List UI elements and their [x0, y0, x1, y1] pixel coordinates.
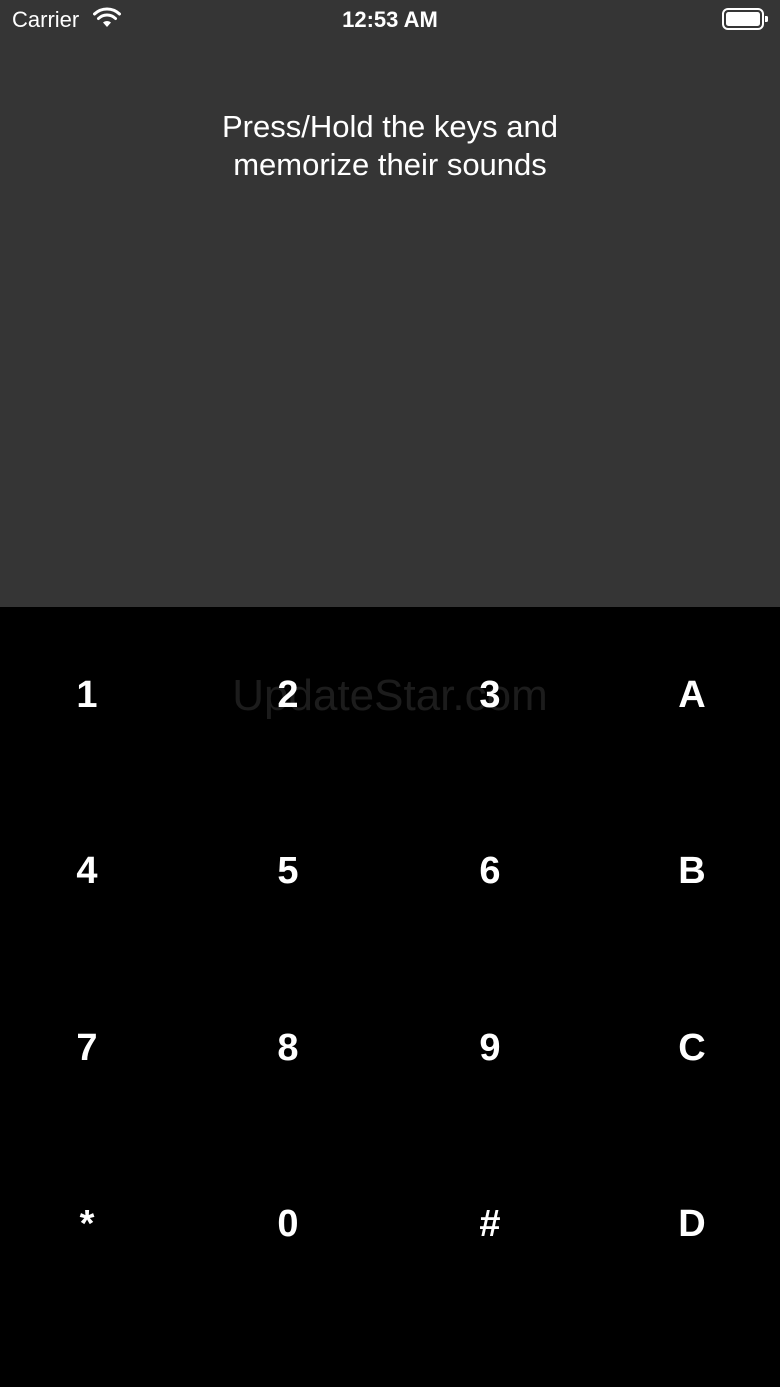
key-7-button[interactable]: 7	[0, 988, 177, 1108]
key-5-button[interactable]: 5	[198, 811, 378, 931]
instruction-panel: Carrier 12:53 AM Press/Hold the keys and…	[0, 0, 780, 607]
battery-icon	[722, 8, 768, 30]
key-9-button[interactable]: 9	[400, 988, 580, 1108]
key-6-button[interactable]: 6	[400, 811, 580, 931]
key-d-button[interactable]: D	[602, 1164, 780, 1284]
instruction-text: Press/Hold the keys and memorize their s…	[90, 108, 690, 184]
clock: 12:53 AM	[342, 7, 438, 32]
key-b-button[interactable]: B	[602, 811, 780, 931]
key-c-button[interactable]: C	[602, 988, 780, 1108]
key-1-button[interactable]: 1	[0, 635, 177, 755]
status-bar: Carrier 12:53 AM	[0, 0, 780, 40]
instruction-line-1: Press/Hold the keys and	[221, 109, 558, 144]
key-star-button[interactable]: *	[0, 1164, 177, 1284]
key-3-button[interactable]: 3	[400, 635, 580, 755]
key-4-button[interactable]: 4	[0, 811, 177, 931]
dtmf-trainer-screen: Carrier 12:53 AM Press/Hold the keys and…	[0, 0, 780, 1387]
instruction-line-2: memorize their sounds	[233, 147, 547, 182]
key-2-button[interactable]: 2	[198, 635, 378, 755]
key-8-button[interactable]: 8	[198, 988, 378, 1108]
key-0-button[interactable]: 0	[198, 1164, 378, 1284]
dtmf-keypad: 1 2 3 A 4 5 6 B 7 8 9 C * 0 # D	[0, 607, 780, 1387]
key-hash-button[interactable]: #	[400, 1164, 580, 1284]
key-a-button[interactable]: A	[602, 635, 780, 755]
